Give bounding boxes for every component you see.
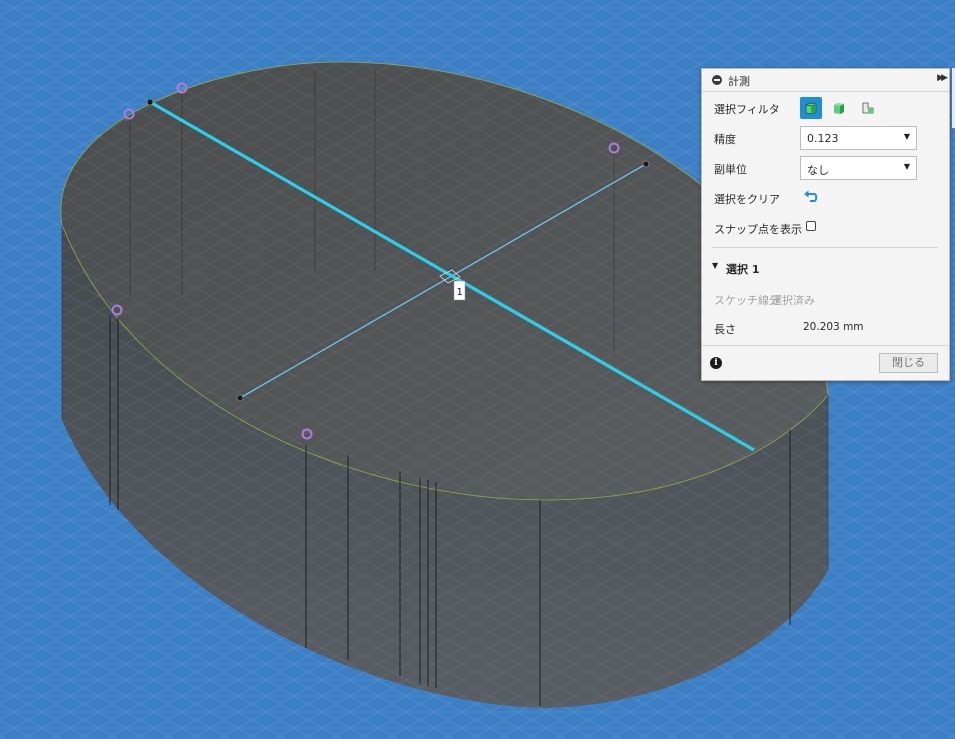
undo-icon[interactable]	[802, 188, 820, 206]
secondary-units-value: なし	[807, 164, 829, 177]
edge-filter-button[interactable]	[856, 97, 878, 119]
panel-footer: i 閉じる	[702, 345, 949, 381]
length-value: 20.203 mm	[803, 321, 864, 333]
selection-item-status: 選択済み	[771, 294, 815, 307]
selection-filter-label: 選択フィルタ	[714, 103, 780, 116]
secondary-units-select[interactable]: なし ▼	[800, 156, 917, 180]
sketch-endpoint[interactable]	[236, 394, 244, 402]
secondary-units-row: 副単位 なし ▼	[702, 154, 949, 182]
minus-circle-icon[interactable]	[712, 75, 722, 85]
double-chevron-right-icon[interactable]: ▶▶	[937, 73, 948, 83]
panel-header: 計測 ▶▶	[702, 69, 949, 92]
divider	[712, 247, 938, 248]
sketch-endpoint[interactable]	[146, 98, 154, 106]
selection-item-row: スケッチ線分 選択済み	[702, 285, 949, 313]
clear-selection-row: 選択をクリア	[702, 184, 949, 212]
show-snap-points-checkbox[interactable]	[806, 221, 816, 231]
selection-section-header[interactable]: ▼ 選択 1	[702, 255, 949, 283]
show-snap-points-row: スナップ点を表示	[702, 214, 949, 242]
info-icon[interactable]: i	[710, 357, 722, 369]
secondary-units-label: 副単位	[714, 163, 747, 176]
precision-select[interactable]: 0.123 ▼	[800, 126, 917, 150]
length-label: 長さ	[714, 323, 736, 336]
length-row: 長さ 20.203 mm	[702, 314, 949, 342]
edge-filter-icon	[862, 102, 874, 114]
selection-section-title: 選択 1	[726, 263, 760, 276]
clear-selection-label: 選択をクリア	[714, 193, 780, 206]
caret-down-icon: ▼	[903, 132, 910, 141]
caret-down-icon: ▼	[712, 261, 719, 270]
body-filter-button[interactable]	[800, 97, 822, 119]
selection-filter-row: 選択フィルタ	[702, 94, 949, 122]
dimension-label: 1	[457, 287, 463, 298]
close-button[interactable]: 閉じる	[879, 353, 938, 373]
show-snap-points-label: スナップ点を表示	[714, 223, 802, 236]
sketch-endpoint[interactable]	[642, 160, 650, 168]
panel-title: 計測	[728, 75, 750, 88]
body-filter-icon	[805, 102, 817, 115]
measure-panel: 計測 ▶▶ 選択フィルタ 精度 0.123 ▼ 副単位 なし ▼ 選択をクリア …	[701, 68, 950, 381]
face-filter-button[interactable]	[828, 97, 850, 119]
precision-value: 0.123	[807, 132, 839, 145]
precision-label: 精度	[714, 133, 736, 146]
face-filter-icon	[834, 103, 844, 114]
caret-down-icon: ▼	[903, 162, 910, 171]
precision-row: 精度 0.123 ▼	[702, 124, 949, 152]
